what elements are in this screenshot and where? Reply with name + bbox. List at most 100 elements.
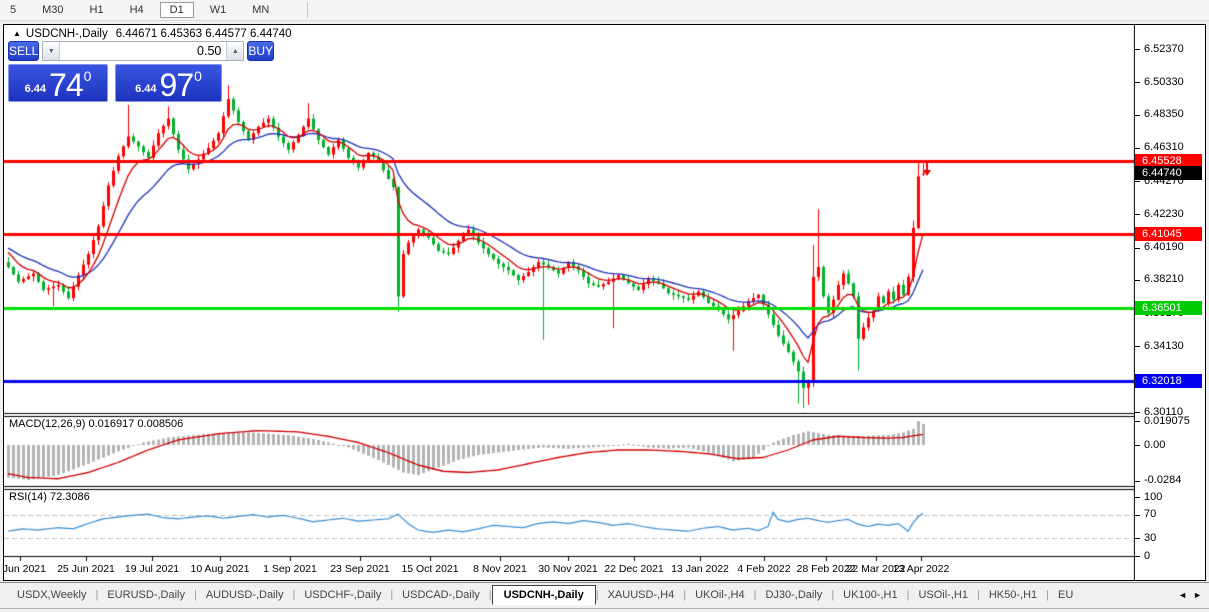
volume-decrease-icon[interactable]: ▼ [43,42,61,60]
axis-tick [1135,248,1140,249]
rsi-tick-label: 70 [1144,508,1157,520]
rsi-tick-label: 100 [1144,491,1163,503]
tab-uk100-h1[interactable]: UK100-,H1 [834,585,906,605]
price-tick-label: 6.46310 [1144,141,1184,153]
axis-tick [1135,412,1140,413]
axis-tick [1135,515,1140,516]
date-label: 10 Aug 2021 [190,563,250,575]
axis-tick [1135,115,1140,116]
date-label: 13 Apr 2022 [892,563,950,575]
toolbar-separator [307,2,309,18]
tab-scroll-right-icon[interactable]: ► [1193,590,1202,600]
one-click-trade-panel: SELL ▼ ▲ BUY 6.44740 6.44970 [8,41,275,102]
axis-tick [1135,346,1140,347]
tab-scroll-left-icon[interactable]: ◄ [1178,590,1187,600]
sell-price-display[interactable]: 6.44 74 0 [8,64,108,102]
axis-tick [1135,556,1140,557]
tab-xauusd-h4[interactable]: XAUUSD-,H4 [599,585,684,605]
symbol-tabs: USDX,Weekly | EURUSD-,Daily | AUDUSD-,Daily |… [0,583,1172,607]
price-tick-label: 6.50330 [1144,76,1184,88]
rsi-tick-label: 0 [1144,550,1151,562]
price-tick-label: 6.38210 [1144,273,1184,285]
axis-tick [1135,214,1140,215]
tab-usdcad-daily[interactable]: USDCAD-,Daily [393,585,489,605]
volume-stepper: ▼ ▲ [42,41,245,61]
timeframe-button-h1[interactable]: H1 [80,2,114,18]
axis-tick [1135,421,1140,422]
axis-tick [1135,181,1140,182]
tab-usdx-weekly[interactable]: USDX,Weekly [8,585,95,605]
date-axis: 3 Jun 2021 25 Jun 2021 19 Jul 2021 10 Aug 2… [0,25,1135,580]
status-strip [0,608,1209,612]
collapse-panel-icon[interactable]: ▲ [13,29,21,38]
date-label: 8 Nov 2021 [473,563,527,575]
macd-tick-label: 0.00 [1144,439,1166,451]
tab-hk50-h1[interactable]: HK50-,H1 [980,585,1046,605]
rsi-tick-label: 30 [1144,532,1157,544]
date-label: 15 Oct 2021 [401,563,459,575]
tab-usoil-h1[interactable]: USOil-,H1 [909,585,977,605]
chart-area: 3 Jun 2021 25 Jun 2021 19 Jul 2021 10 Aug 2… [0,25,1205,580]
sell-price-prefix: 6.44 [24,83,47,95]
price-tick-label: 6.42230 [1144,208,1184,220]
axis-tick [1135,538,1140,539]
tab-dj30-daily[interactable]: DJ30-,Daily [756,585,831,605]
price-level-badge: 6.32018 [1135,374,1202,388]
axis-tick [1135,82,1140,83]
tab-eu[interactable]: EU [1049,585,1082,605]
macd-indicator-label: MACD(12,26,9) 0.016917 0.008506 [9,418,184,430]
date-label: 22 Dec 2021 [604,563,664,575]
price-tick-label: 6.48350 [1144,108,1184,120]
sell-price-pips: 74 [49,67,84,103]
tab-audusd-daily[interactable]: AUDUSD-,Daily [197,585,293,605]
price-tick-label: 6.34130 [1144,340,1184,352]
date-label: 23 Sep 2021 [330,563,390,575]
chart-window: 3 Jun 2021 25 Jun 2021 19 Jul 2021 10 Aug 2… [0,24,1206,581]
price-tick-label: 6.40190 [1144,241,1184,253]
date-label: 3 Jun 2021 [0,563,46,575]
buy-price-point: 0 [194,68,202,84]
rsi-indicator-label: RSI(14) 72.3086 [9,491,90,503]
symbol-tab-bar: USDX,Weekly | EURUSD-,Daily | AUDUSD-,Daily |… [0,582,1209,607]
tab-usdchf-daily[interactable]: USDCHF-,Daily [295,585,390,605]
buy-price-prefix: 6.44 [135,83,157,95]
date-label: 13 Jan 2022 [671,563,729,575]
axis-tick [1135,497,1140,498]
timeframe-toolbar: 5 M30 H1 H4 D1 W1 MN [0,0,1209,21]
date-label: 4 Feb 2022 [737,563,791,575]
axis-tick [1135,280,1140,281]
sell-price-point: 0 [83,68,92,84]
buy-button[interactable]: BUY [247,41,275,61]
axis-tick [1135,481,1140,482]
date-label: 30 Nov 2021 [538,563,598,575]
date-label: 25 Jun 2021 [57,563,115,575]
buy-price-pips: 97 [159,67,195,103]
timeframe-button-d1[interactable]: D1 [159,2,194,18]
timeframe-button-m30[interactable]: M30 [32,2,73,18]
chart-symbol-label: USDCNH-,Daily [25,28,108,40]
chart-title: ▲ USDCNH-,Daily 6.44671 6.45363 6.44577 6.… [13,28,292,40]
tab-usdcnh-daily[interactable]: USDCNH-,Daily [491,585,596,605]
date-label: 1 Sep 2021 [263,563,317,575]
axis-tick [1135,445,1140,446]
price-level-badge: 6.36501 [1135,301,1202,315]
chart-ohlc-values: 6.44671 6.45363 6.44577 6.44740 [115,28,292,40]
price-level-badge: 6.44740 [1135,166,1202,180]
date-label: 19 Jul 2021 [124,563,180,575]
timeframe-button-5[interactable]: 5 [0,2,26,18]
axis-tick [1135,49,1140,50]
price-axis[interactable]: 6.52370 6.50330 6.48350 6.46310 6.44270 6.422… [1135,25,1205,580]
timeframe-button-w1[interactable]: W1 [200,2,237,18]
volume-increase-icon[interactable]: ▲ [226,42,244,60]
price-tick-label: 6.52370 [1144,43,1184,55]
axis-tick [1135,148,1140,149]
tab-ukoil-h4[interactable]: UKOil-,H4 [686,585,754,605]
volume-input[interactable] [60,42,227,60]
timeframe-button-mn[interactable]: MN [242,2,279,18]
sell-button[interactable]: SELL [8,41,40,61]
buy-price-display[interactable]: 6.44 97 0 [115,64,222,102]
macd-tick-label: 0.019075 [1144,415,1190,427]
tab-eurusd-daily[interactable]: EURUSD-,Daily [98,585,194,605]
timeframe-button-h4[interactable]: H4 [120,2,154,18]
price-level-badge: 6.41045 [1135,227,1202,241]
